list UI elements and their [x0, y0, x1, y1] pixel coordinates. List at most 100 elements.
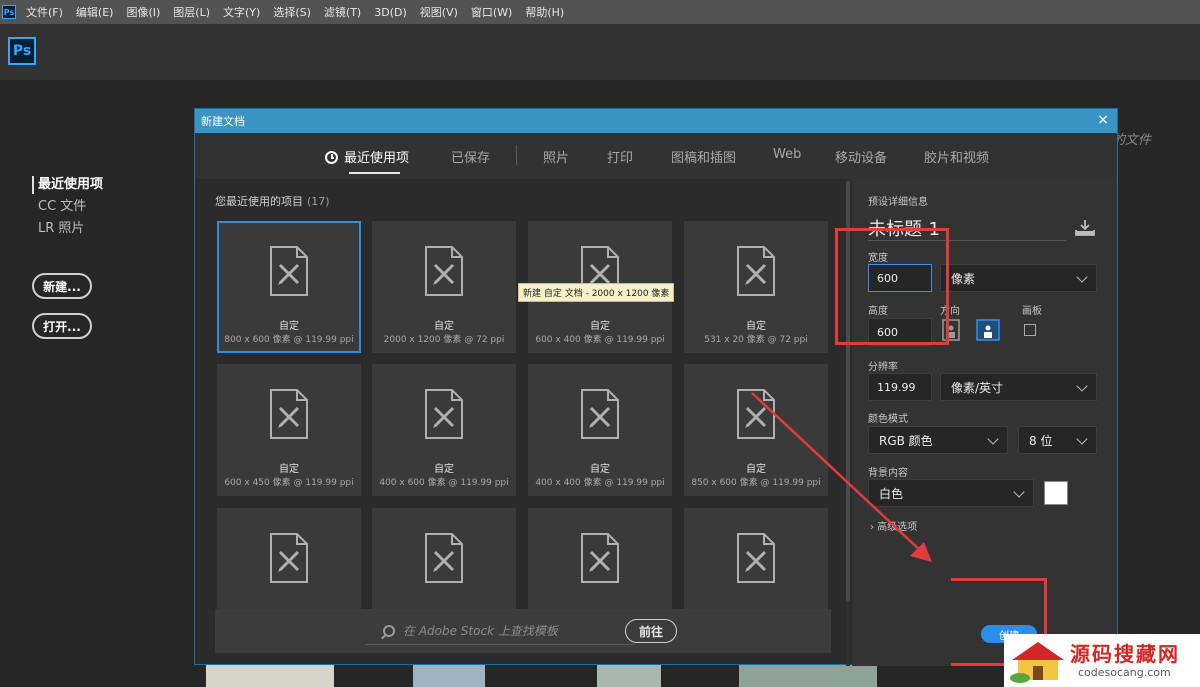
- resolution-unit-select[interactable]: 像素/英寸: [940, 373, 1097, 401]
- color-mode-select[interactable]: RGB 颜色: [868, 426, 1008, 454]
- preset-size: 531 x 20 像素 @ 72 ppi: [704, 335, 808, 345]
- tab-recent[interactable]: 最近使用项: [325, 147, 409, 166]
- document-icon: [425, 533, 463, 583]
- nav-recent[interactable]: 最近使用项: [32, 176, 103, 194]
- color-mode-label: 颜色模式: [868, 414, 908, 425]
- chevron-down-icon: [1013, 486, 1025, 498]
- preset-size: 400 x 400 像素 @ 119.99 ppi: [535, 478, 665, 488]
- tab-photo[interactable]: 照片: [543, 147, 569, 166]
- document-icon: [581, 389, 619, 439]
- preset-size: 600 x 400 像素 @ 119.99 ppi: [535, 335, 665, 345]
- preset-card[interactable]: 自定 400 x 600 像素 @ 119.99 ppi: [372, 364, 516, 496]
- menu-view[interactable]: 视图(V): [420, 4, 458, 20]
- menu-type[interactable]: 文字(Y): [223, 4, 260, 20]
- start-nav: 最近使用项 CC 文件 LR 照片: [32, 176, 103, 242]
- photoshop-logo: Ps: [8, 37, 36, 65]
- document-icon: [581, 533, 619, 583]
- artboard-label: 画板: [1022, 306, 1042, 317]
- preset-card[interactable]: 自定 800 x 600 像素 @ 119.99 ppi: [217, 221, 361, 353]
- menu-filter[interactable]: 滤镜(T): [324, 4, 361, 20]
- active-tab-indicator: [349, 172, 400, 174]
- site-watermark: 源码搜藏网 codesocang.com: [1004, 634, 1200, 687]
- nav-lr-photos[interactable]: LR 照片: [32, 220, 103, 238]
- menu-help[interactable]: 帮助(H): [525, 4, 564, 20]
- watermark-title: 源码搜藏网: [1070, 642, 1180, 666]
- preset-card[interactable]: 自定 2000 x 1200 像素 @ 72 ppi: [372, 221, 516, 353]
- go-button[interactable]: 前往: [625, 619, 677, 643]
- preset-card[interactable]: 自定 531 x 20 像素 @ 72 ppi: [684, 221, 828, 353]
- clock-icon: [325, 151, 338, 164]
- preset-tabs: 最近使用项 已保存 照片 打印 图稿和插图 Web 移动设备 胶片和视频: [195, 133, 1117, 179]
- document-icon: [425, 389, 463, 439]
- menu-window[interactable]: 窗口(W): [471, 4, 512, 20]
- recent-presets-grid: 您最近使用的项目 (17) 自定 800 x 600 像素 @ 119.99 ppi…: [195, 179, 851, 666]
- tab-saved[interactable]: 已保存: [451, 147, 490, 166]
- document-icon: [270, 246, 308, 296]
- menu-layer[interactable]: 图层(L): [173, 4, 210, 20]
- preset-size: 600 x 450 像素 @ 119.99 ppi: [224, 478, 354, 488]
- recent-file-thumbnail[interactable]: [206, 663, 334, 687]
- document-icon: [425, 246, 463, 296]
- menu-image[interactable]: 图像(I): [126, 4, 160, 20]
- menu-file[interactable]: 文件(F): [26, 4, 63, 20]
- preset-name: 自定: [434, 321, 454, 332]
- dialog-title: 新建文档: [201, 115, 245, 128]
- background-select[interactable]: 白色: [868, 479, 1034, 507]
- adobe-stock-bar: 在 Adobe Stock 上查找模板 前往: [215, 609, 831, 653]
- chevron-down-icon: [1076, 380, 1088, 392]
- chevron-down-icon: [987, 433, 999, 445]
- background-label: 背景内容: [868, 468, 908, 479]
- advanced-options-toggle[interactable]: › 高级选项: [870, 518, 917, 533]
- recent-count: (17): [307, 195, 330, 208]
- width-unit-select[interactable]: 像素: [940, 264, 1097, 292]
- app-header: Ps: [0, 24, 1200, 80]
- chevron-down-icon: [1076, 433, 1088, 445]
- document-icon: [737, 533, 775, 583]
- document-icon: [737, 389, 775, 439]
- preset-name: 自定: [746, 321, 766, 332]
- search-icon: [383, 624, 395, 637]
- stock-search-input[interactable]: 在 Adobe Stock 上查找模板: [365, 617, 635, 645]
- preset-name: 自定: [279, 464, 299, 475]
- document-icon: [737, 246, 775, 296]
- recent-file-thumbnail[interactable]: [413, 663, 485, 687]
- preset-name: 自定: [279, 321, 299, 332]
- menu-edit[interactable]: 编辑(E): [76, 4, 114, 20]
- preset-name: 自定: [590, 321, 610, 332]
- tab-web[interactable]: Web: [773, 147, 801, 162]
- recent-file-thumbnail[interactable]: [739, 663, 877, 687]
- save-preset-icon[interactable]: [1074, 219, 1096, 237]
- recent-file-thumbnail[interactable]: [597, 663, 661, 687]
- preset-name: 自定: [746, 464, 766, 475]
- close-icon[interactable]: ×: [1097, 112, 1109, 128]
- preset-card[interactable]: 自定 850 x 600 像素 @ 119.99 ppi: [684, 364, 828, 496]
- tab-mobile[interactable]: 移动设备: [835, 147, 887, 166]
- preset-name: 自定: [590, 464, 610, 475]
- menu-select[interactable]: 选择(S): [273, 4, 311, 20]
- artboard-checkbox[interactable]: [1024, 324, 1036, 336]
- resolution-input[interactable]: 119.99: [868, 373, 932, 401]
- landscape-orientation-icon[interactable]: [976, 319, 1000, 341]
- preset-tooltip: 新建 自定 文档 - 2000 x 1200 像素: [518, 283, 675, 302]
- new-button[interactable]: 新建...: [32, 273, 92, 299]
- chevron-down-icon: [1076, 271, 1088, 283]
- nav-cc-files[interactable]: CC 文件: [32, 198, 103, 216]
- preset-size: 400 x 600 像素 @ 119.99 ppi: [379, 478, 509, 488]
- preset-size: 2000 x 1200 像素 @ 72 ppi: [383, 335, 505, 345]
- bit-depth-select[interactable]: 8 位: [1018, 426, 1097, 454]
- menu-3d[interactable]: 3D(D): [374, 6, 407, 19]
- menu-bar: Ps 文件(F) 编辑(E) 图像(I) 图层(L) 文字(Y) 选择(S) 滤…: [0, 0, 1200, 24]
- preset-card[interactable]: 自定 400 x 400 像素 @ 119.99 ppi: [528, 364, 672, 496]
- preset-card[interactable]: 自定 600 x 450 像素 @ 119.99 ppi: [217, 364, 361, 496]
- document-icon: [270, 389, 308, 439]
- tab-print[interactable]: 打印: [607, 147, 633, 166]
- photoshop-app-icon: Ps: [2, 5, 16, 19]
- preset-details-heading: 预设详细信息: [868, 197, 928, 208]
- open-button[interactable]: 打开...: [32, 313, 92, 339]
- resolution-label: 分辨率: [868, 362, 898, 373]
- preset-name: 自定: [434, 464, 454, 475]
- tab-art-illustration[interactable]: 图稿和插图: [671, 147, 736, 166]
- tab-film-video[interactable]: 胶片和视频: [924, 147, 989, 166]
- background-color-swatch[interactable]: [1044, 481, 1068, 505]
- house-logo-icon: [1010, 642, 1064, 683]
